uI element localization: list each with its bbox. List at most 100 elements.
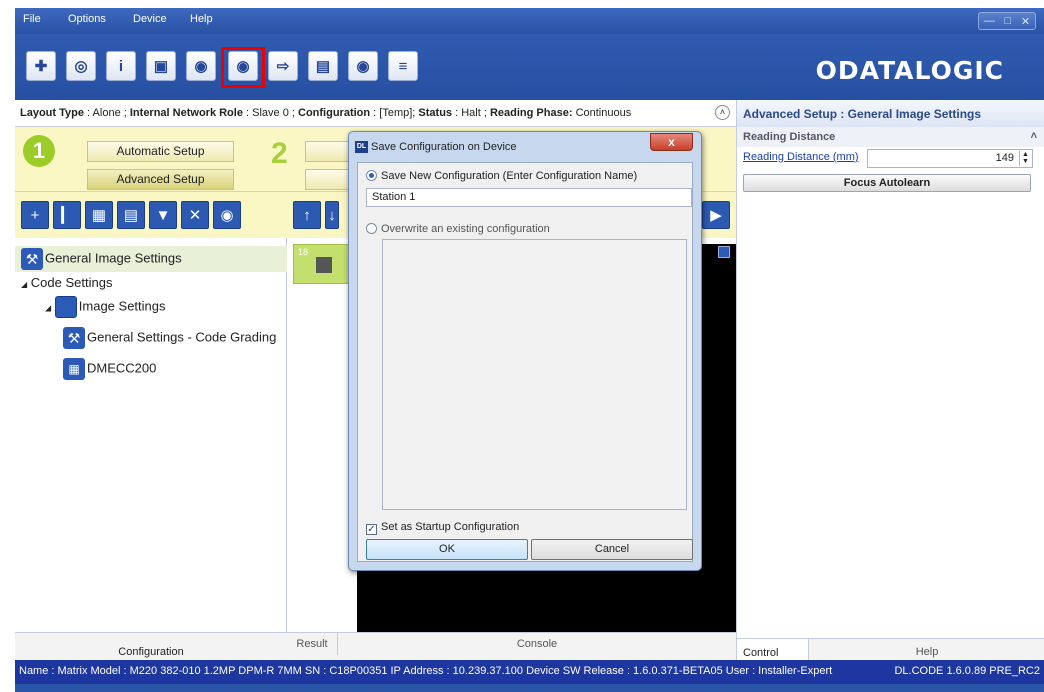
config-name-input[interactable]: Station 1 [366,188,692,207]
role-value: : Slave 0 ; [246,107,295,119]
advanced-setup-button[interactable]: Advanced Setup [87,169,234,190]
import-icon[interactable]: ▤ [308,51,338,81]
device-search-icon[interactable]: ◎ [66,51,96,81]
barcode-1d-icon[interactable]: ▎ [53,201,81,229]
save-new-radio[interactable]: Save New Configuration (Enter Configurat… [366,170,637,182]
existing-config-list[interactable] [382,239,687,510]
app: File Options Device Help — □ ✕ ✚ ◎ i ▣ ◉… [0,0,1044,692]
tree-label-image-settings: Image Settings [78,298,166,314]
properties-panel: Advanced Setup : General Image Settings … [736,100,1044,684]
startup-checkbox[interactable]: ✓ Set as Startup Configuration [366,521,519,535]
reading-distance-value: 149 [995,152,1014,164]
menu-bar: File Options Device Help — □ ✕ [15,8,1044,34]
main-toolbar: ✚ ◎ i ▣ ◉ ◉ ⇨ ▤ ◉ ≡ ODATALOGIC [15,34,1044,100]
datamatrix-icon: ▦ [63,358,85,380]
highlight-box [221,47,265,88]
device-settings-icon[interactable]: ◉ [348,51,378,81]
properties-header: Advanced Setup : General Image Settings [737,100,1044,127]
spinner-icon[interactable]: ▲ ▼ [1019,151,1031,166]
postal-code-icon[interactable]: ▤ [117,201,145,229]
tree-item-general-grading[interactable]: ⚒ General Settings - Code Grading [63,327,276,349]
menu-file[interactable]: File [23,13,41,25]
tree-label-code-settings: Code Settings [30,275,113,290]
layout-type-label: Layout Type [20,107,84,119]
expand-arrow-icon[interactable]: ◢ [21,280,27,289]
overwrite-radio[interactable]: Overwrite an existing configuration [366,223,550,235]
tree-label-general-grading: General Settings - Code Grading [87,329,277,345]
datalogic-logo: ODATALOGIC [815,56,1004,85]
tree-item-general-image-settings[interactable]: ⚒ General Image Settings [15,246,287,272]
reading-distance-section-label: Reading Distance [743,131,836,143]
checkmark-icon: ✓ [366,524,377,535]
startup-label: Set as Startup Configuration [381,521,520,533]
menu-help[interactable]: Help [190,13,213,25]
dialog-body: Save New Configuration (Enter Configurat… [357,162,693,562]
status-bar-device-info: Name : Matrix Model : M220 382-010 1.2MP… [19,665,833,677]
wrench-icon: ⚒ [21,248,43,270]
ok-button[interactable]: OK [366,539,528,560]
tab-configuration-label: Configuration [118,646,184,658]
window-controls: — □ ✕ [978,12,1036,30]
barcode-2d-icon[interactable]: ▦ [85,201,113,229]
maximize-icon[interactable]: □ [1005,15,1012,27]
dialog-title: Save Configuration on Device [371,141,517,153]
chevron-up-icon[interactable]: ˄ [1031,130,1037,142]
tree-label-root: General Image Settings [45,250,182,266]
info-icon[interactable]: i [106,51,136,81]
autolearn-icon[interactable]: ◉ [213,201,241,229]
reading-distance-input[interactable]: 149 ▲ ▼ [867,149,1033,168]
expand-arrow-icon[interactable]: ◢ [45,303,51,312]
open-device-icon[interactable]: ◉ [186,51,216,81]
radio-selected-icon [366,170,377,181]
step-2-badge: 2 [271,137,288,170]
tab-result[interactable]: Result [287,633,337,655]
minimize-icon[interactable]: — [984,15,995,27]
tree-item-dmecc200[interactable]: ▦ DMECC200 [63,358,156,380]
image-icon [54,296,77,318]
arrow-up-icon[interactable]: ↑ [293,201,321,229]
tree-item-code-settings[interactable]: ◢ Code Settings [21,275,112,290]
tree-item-image-settings[interactable]: ◢ Image Settings [45,296,166,318]
focus-autolearn-button[interactable]: Focus Autolearn [743,174,1031,192]
play-icon[interactable]: ▶ [702,201,730,229]
menu-options[interactable]: Options [68,13,106,25]
overwrite-label: Overwrite an existing configuration [381,223,550,235]
role-label: Internal Network Role [129,107,243,119]
thumbnail-image [316,257,332,273]
tab-console[interactable]: Console [337,633,736,655]
layout-type-value: : Alone ; [87,107,127,119]
add-device-icon[interactable]: ✚ [26,51,56,81]
delete-icon[interactable]: ✕ [181,201,209,229]
save-new-label: Save New Configuration (Enter Configurat… [381,170,638,182]
arrow-down-icon[interactable]: ↓ [325,201,339,229]
tree-label-dmecc200: DMECC200 [87,360,157,376]
config-tree-panel: + ▎ ▦ ▤ ▼ ✕ ◉ ⚒ General Image Settings ◢ … [15,192,287,645]
menu-device[interactable]: Device [133,13,167,25]
collapse-icon[interactable]: ˄ [715,105,730,120]
reading-distance-section[interactable]: Reading Distance ˄ [737,127,1044,147]
phase-label: Reading Phase: [489,107,573,119]
device-status-line: Layout Type : Alone ; Internal Network R… [15,100,736,127]
save-config-dialog: DL Save Configuration on Device x Save N… [348,131,702,571]
config-value: : [Temp]; [373,107,416,119]
monitor-icon[interactable]: ≡ [388,51,418,81]
dialog-close-button[interactable]: x [650,133,693,151]
status-bar-version: DL.CODE 1.6.0.89 PRE_RC2 [894,665,1040,677]
phase-value: Continuous [575,107,632,119]
window-icon[interactable]: ▣ [146,51,176,81]
status-label: Status [418,107,453,119]
filter-icon[interactable]: ▼ [149,201,177,229]
radio-unselected-icon [366,223,377,234]
cancel-button[interactable]: Cancel [531,539,693,560]
add-code-icon[interactable]: + [21,201,49,229]
config-label: Configuration [298,107,371,119]
wrench-icon: ⚒ [63,327,85,349]
export-icon[interactable]: ⇨ [268,51,298,81]
tree-toolbar: + ▎ ▦ ▤ ▼ ✕ ◉ [15,192,287,238]
automatic-setup-button[interactable]: Automatic Setup [87,141,234,162]
step-1-badge: 1 [23,135,55,167]
status-value: : Halt ; [455,107,487,119]
thumbnail-number: 18 [298,247,309,257]
app-icon: DL [355,141,368,153]
close-icon[interactable]: ✕ [1021,15,1030,28]
